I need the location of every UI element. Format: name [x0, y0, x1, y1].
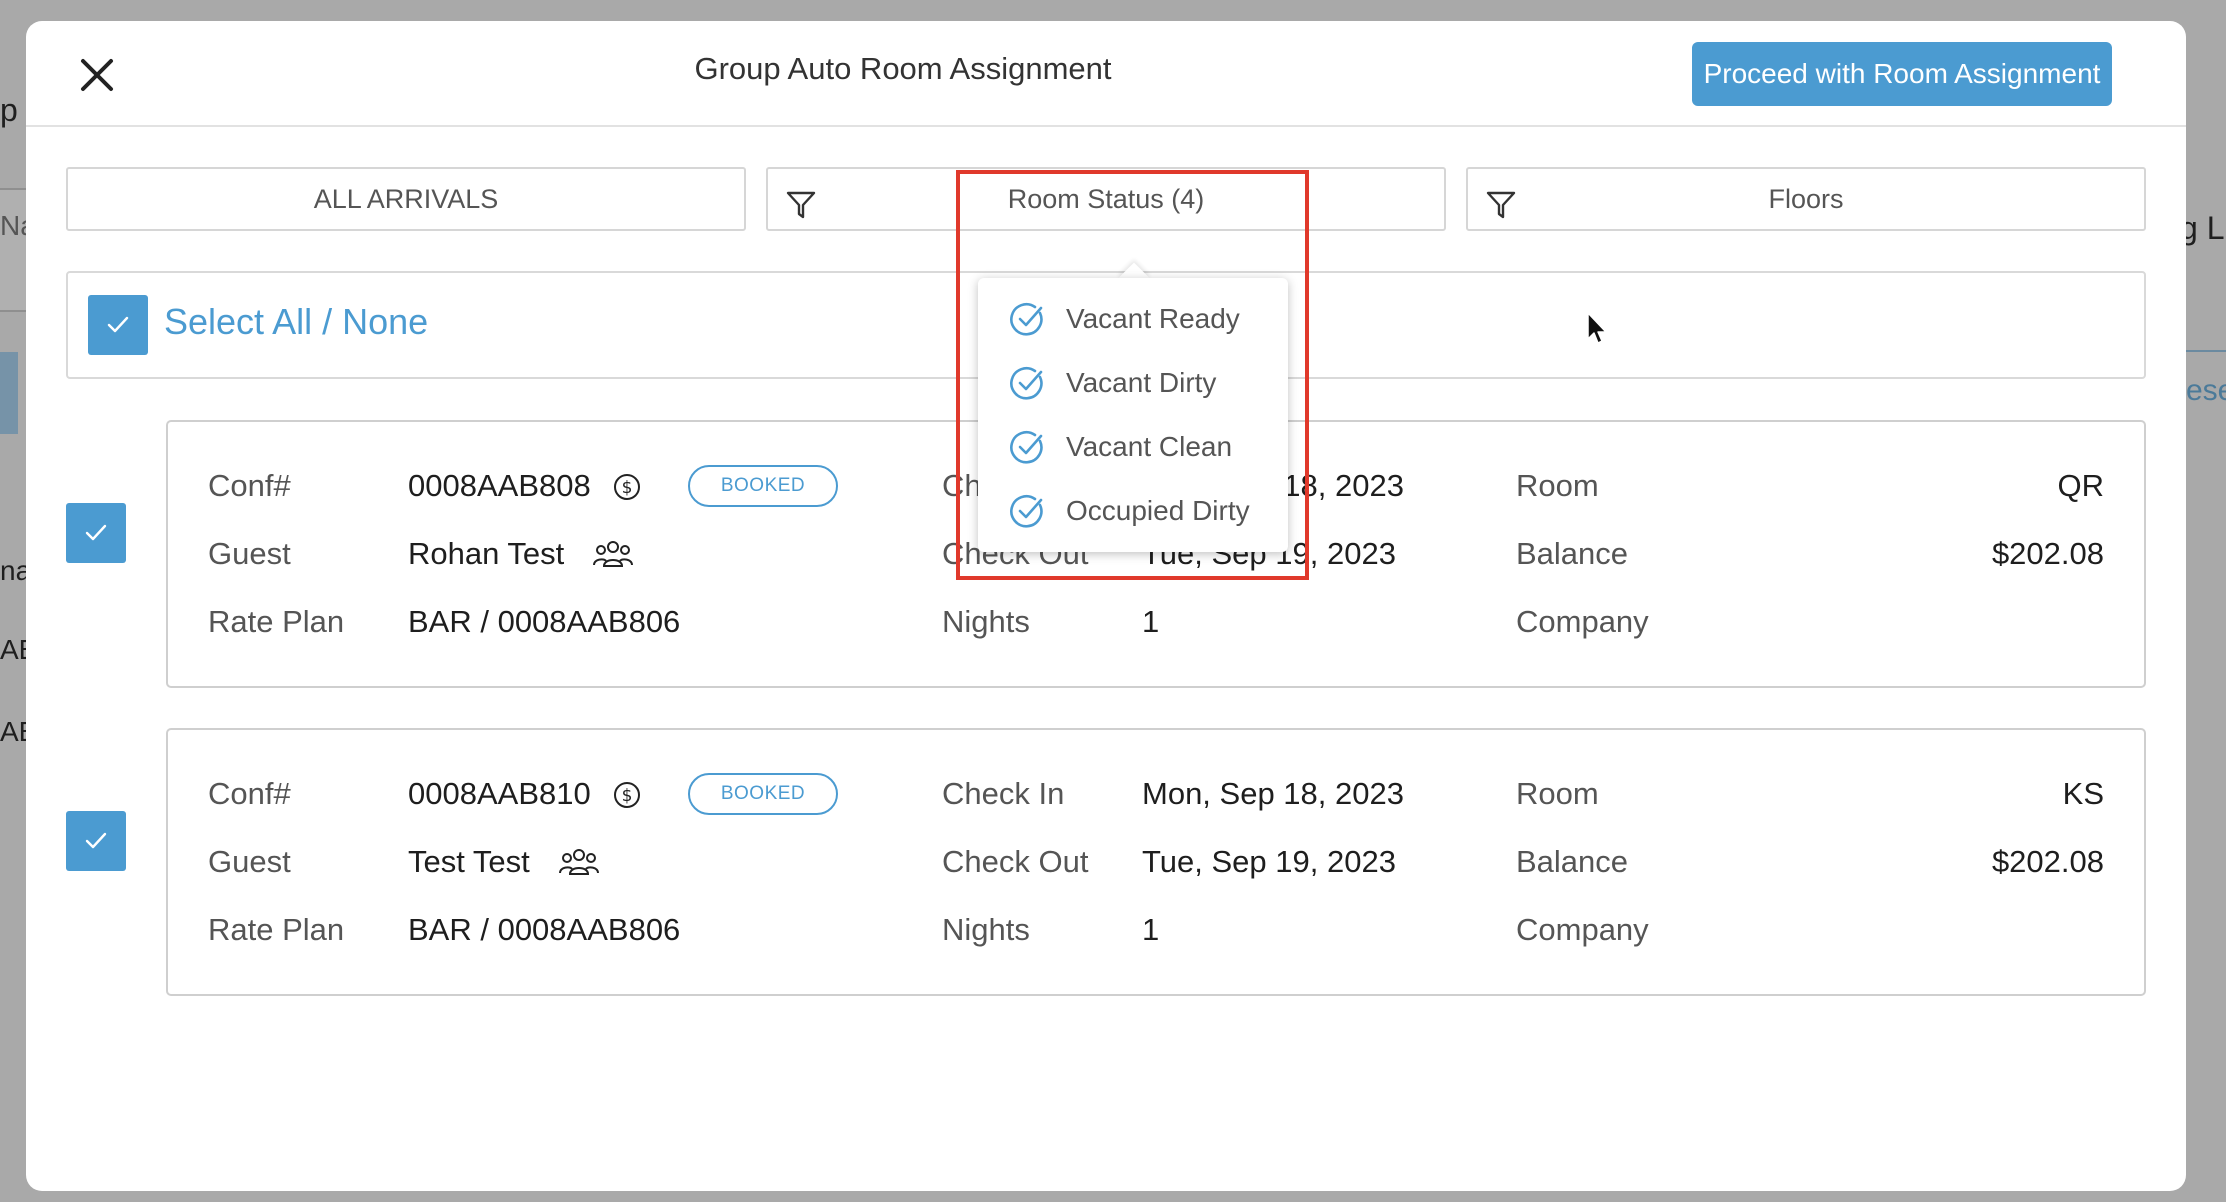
nights-value: 1 — [1142, 912, 1160, 947]
balance-value: $202.08 — [1991, 844, 2104, 879]
group-icon — [559, 849, 599, 875]
rate-plan-value: BAR / 0008AAB806 — [408, 912, 681, 947]
check-in-date: Mon, Sep 18, 2023 — [1142, 776, 1404, 811]
svg-text:$: $ — [622, 478, 633, 498]
check-in-label: Check In — [942, 776, 1065, 811]
header-divider — [26, 125, 2186, 127]
filter-icon — [786, 191, 816, 219]
svg-text:$: $ — [622, 786, 633, 806]
room-value: QR — [2057, 468, 2105, 503]
select-all-checkbox[interactable] — [88, 295, 148, 355]
reservation-card: Conf# Guest Rate Plan 0008AAB810 $ BOOKE… — [166, 728, 2146, 996]
nights-value: 1 — [1142, 604, 1160, 639]
status-badge: BOOKED — [688, 773, 838, 815]
nights-label: Nights — [942, 604, 1030, 639]
guest-name: Test Test — [408, 844, 530, 879]
check-icon — [85, 832, 107, 849]
reservation-checkbox[interactable] — [66, 503, 126, 563]
conf-label: Conf# — [208, 776, 291, 811]
rate-plan-label: Rate Plan — [208, 912, 345, 947]
status-badge: BOOKED — [688, 465, 838, 507]
rate-plan-label: Rate Plan — [208, 604, 345, 639]
bg-tab — [0, 352, 18, 434]
reservation-checkbox[interactable] — [66, 811, 126, 871]
bg-strip — [0, 190, 26, 310]
rate-plan-value: BAR / 0008AAB806 — [408, 604, 681, 639]
dollar-circle-icon: $ — [614, 474, 640, 500]
proceed-room-assignment-button[interactable]: Proceed with Room Assignment — [1692, 42, 2112, 106]
check-icon — [107, 316, 129, 333]
guest-label: Guest — [208, 844, 291, 879]
group-room-assignment-modal: Group Auto Room Assignment Proceed with … — [26, 21, 2186, 1191]
room-value: KS — [2062, 776, 2104, 811]
conf-number: 0008AAB808 — [408, 468, 591, 503]
check-out-date: Tue, Sep 19, 2023 — [1142, 844, 1396, 879]
room-label: Room — [1516, 468, 1599, 503]
dollar-circle-icon: $ — [614, 782, 640, 808]
nights-label: Nights — [942, 912, 1030, 947]
check-out-label: Check Out — [942, 844, 1089, 879]
bg-divider — [2186, 350, 2226, 352]
room-label: Room — [1516, 776, 1599, 811]
bg-divider — [0, 310, 26, 312]
bg-fragment: g L — [2180, 210, 2225, 246]
company-label: Company — [1516, 604, 1649, 639]
check-icon — [85, 524, 107, 541]
floors-filter-label: Floors — [1768, 183, 1844, 214]
balance-value: $202.08 — [1991, 536, 2104, 571]
bg-fragment: ese — [2186, 374, 2226, 407]
floors-filter[interactable]: Floors — [1466, 167, 2146, 231]
balance-label: Balance — [1516, 844, 1629, 879]
balance-label: Balance — [1516, 536, 1629, 571]
group-icon — [593, 541, 633, 567]
conf-number: 0008AAB810 — [408, 776, 591, 811]
guest-label: Guest — [208, 536, 291, 571]
bg-divider — [0, 188, 26, 190]
select-all-label[interactable]: Select All / None — [164, 301, 428, 343]
guest-name: Rohan Test — [408, 536, 565, 571]
conf-label: Conf# — [208, 468, 291, 503]
company-label: Company — [1516, 912, 1649, 947]
arrivals-filter[interactable]: ALL ARRIVALS — [66, 167, 746, 231]
highlight-box — [956, 170, 1309, 580]
mouse-cursor-icon — [1587, 312, 1607, 344]
arrivals-filter-label: ALL ARRIVALS — [313, 183, 499, 214]
filter-icon — [1486, 191, 1516, 219]
modal-title: Group Auto Room Assignment — [694, 51, 1112, 86]
